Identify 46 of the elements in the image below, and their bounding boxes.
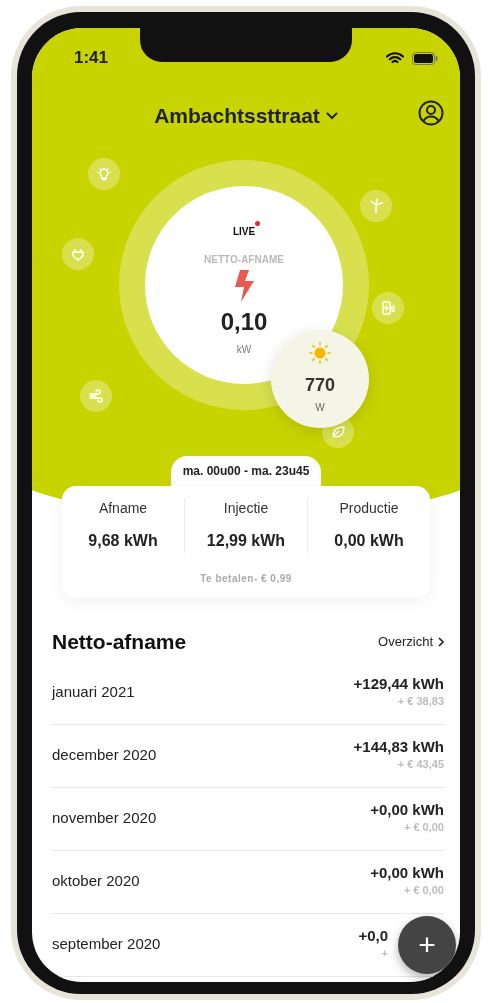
cost-value: + € 43,45 [396,756,444,772]
energy-value: +0,00 kWh [370,802,444,819]
energy-value: +0,0 [358,928,388,945]
add-button[interactable]: + [398,916,456,974]
live-label: LIVE [232,226,256,237]
payment-text: Te betalen- € 0,99 [199,572,293,586]
plug-icon [62,238,94,270]
power-unit: kW [236,344,252,355]
energy-value: +129,44 kWh [353,676,444,693]
battery-icon [412,51,438,65]
meter-title: NETTO-AFNAME [204,254,284,265]
status-time: 1:41 [74,47,109,70]
lightbulb-icon [88,158,120,190]
overview-link[interactable]: Overzicht [378,632,444,652]
month-label: november 2020 [52,808,157,829]
stat-value: 0,00 kWh [333,531,405,551]
stat-label: Injectie [222,499,270,518]
solar-value: 770 [304,375,335,395]
chevron-down-icon [325,112,338,120]
wifi-icon [386,51,404,65]
stat-value: 12,99 kWh [205,531,287,551]
energy-value: +144,83 kWh [353,739,444,756]
wind-turbine-icon [360,190,392,222]
profile-icon[interactable] [418,100,444,126]
cost-value: + [380,945,388,961]
location-dropdown[interactable]: Ambachtssttraat [154,100,338,132]
cost-value: + € 0,00 [402,882,444,898]
month-label: december 2020 [52,745,157,766]
energy-value: +0,00 kWh [370,865,444,882]
month-label: januari 2021 [52,682,135,703]
stat-label: Productie [338,499,400,518]
charging-station-icon [372,292,404,324]
month-label: oktober 2020 [52,871,140,892]
month-label: september 2020 [52,934,161,955]
solar-unit: W [315,402,325,413]
stat-value: 9,68 kWh [87,531,159,551]
section-title: Netto-afname [52,629,187,655]
period-label[interactable]: ma. 00u00 - ma. 23u45 [170,456,322,486]
sun-icon [309,342,331,364]
wind-icon [80,380,112,412]
chevron-right-icon [438,636,444,647]
cost-value: + € 38,83 [396,693,444,709]
cost-value: + € 0,00 [402,819,444,835]
stat-label: Afname [97,499,149,518]
power-value: 0,10 [220,308,268,335]
lightning-bolt-icon [233,270,255,302]
